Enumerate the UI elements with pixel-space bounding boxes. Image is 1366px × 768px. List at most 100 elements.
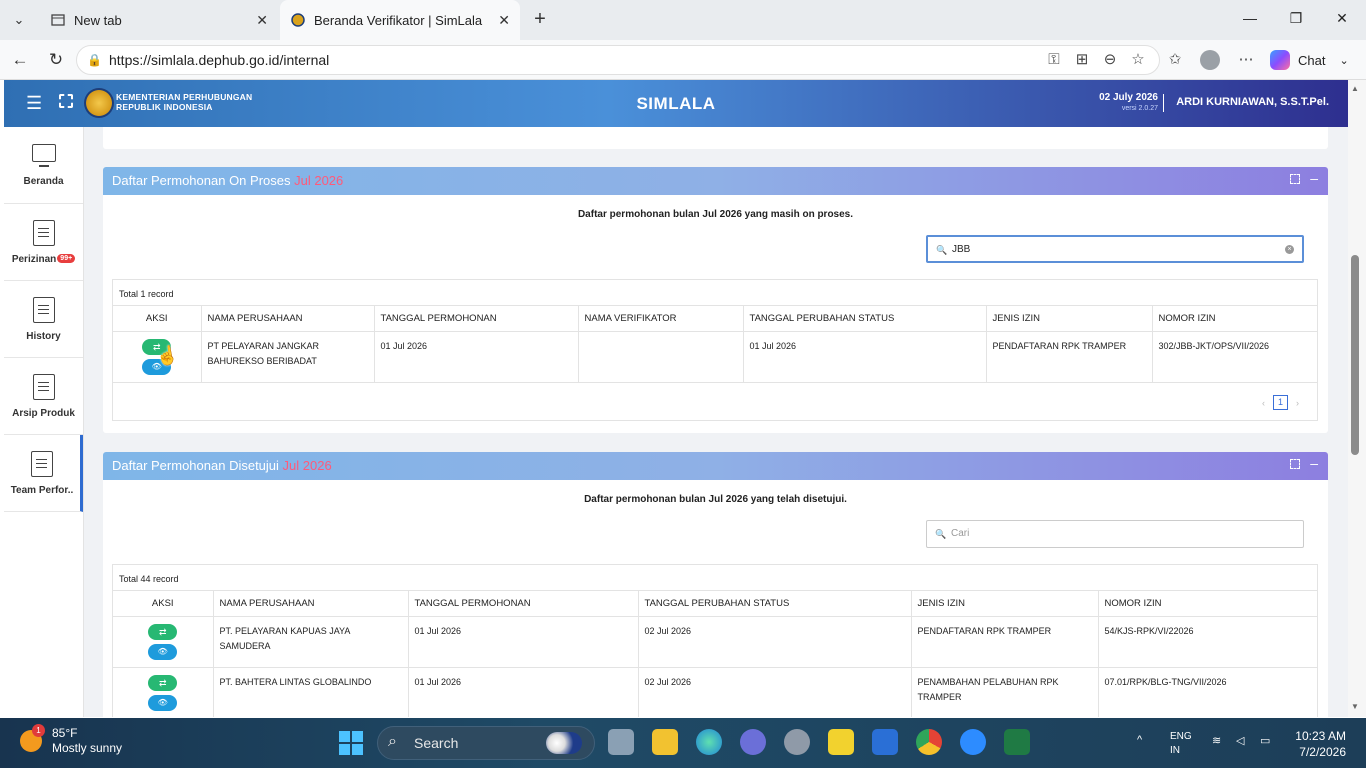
process-button[interactable]: ⇄ [148,675,178,691]
close-window-icon[interactable]: ✕ [1332,10,1352,27]
file-explorer-icon[interactable] [652,729,678,755]
show-hidden-icons[interactable]: ^ [1137,734,1142,746]
expand-icon[interactable] [1290,174,1300,184]
zoom-icon[interactable] [960,729,986,755]
edge-icon[interactable] [696,729,722,755]
total-records: Total 44 record [113,565,1317,591]
sidebar-item-history[interactable]: History [4,281,83,358]
tab-simlala[interactable]: Beranda Verifikator | SimLala ✕ [280,0,520,40]
column-header[interactable]: AKSI [113,306,202,332]
apps-icon[interactable]: ⊞ [1072,50,1092,70]
simlala-favicon-icon [290,12,306,28]
company-cell: PT. BAHTERA LINTAS GLOBALINDO [213,667,409,717]
clock[interactable]: 10:23 AM 7/2/2026 [1295,728,1346,760]
remote-desktop-icon[interactable] [872,729,898,755]
monitor-icon [31,143,56,167]
sidebar-item-arsip-produk[interactable]: Arsip Produk [4,358,83,435]
sidebar-item-perizinan[interactable]: Perizinan 99+ [4,204,83,281]
profile-avatar-icon[interactable] [1200,50,1220,70]
time-text: 10:23 AM [1295,729,1346,743]
restore-icon[interactable]: ❐ [1286,10,1306,27]
wifi-icon[interactable]: ≋ [1212,734,1221,747]
back-arrow-icon[interactable]: ← [10,50,30,70]
version-text: versi 2.0.27 [1121,105,1158,112]
clear-search-icon[interactable]: × [1285,245,1294,254]
app-icon[interactable] [740,729,766,755]
document-icon [31,450,53,477]
browser-address-bar: ← ↻ 🔒 https://simlala.dephub.go.id/inter… [0,40,1366,80]
column-header[interactable]: JENIS IZIN [986,306,1153,332]
weather-widget[interactable]: 1 85°F Mostly sunny [20,724,122,756]
notification-badge: 99+ [57,253,76,263]
tab-list-chevron-icon[interactable]: ⌄ [6,8,32,32]
request-date-cell: 01 Jul 2026 [374,331,579,382]
action-cell: ⇄ 👁 [113,616,214,668]
column-header[interactable]: TANGGAL PERUBAHAN STATUS [638,591,912,617]
previous-card-bottom [103,127,1328,149]
sidebar-item-team-performance[interactable]: Team Perfor.. [4,435,83,512]
column-header[interactable]: NAMA PERUSAHAAN [201,306,375,332]
column-header[interactable]: TANGGAL PERMOHONAN [374,306,579,332]
new-tab-page-icon [50,12,66,28]
panel-title: Daftar Permohonan Disetujui [112,458,279,473]
copilot-chat-button[interactable]: Chat ⌄ [1270,48,1349,72]
url-field[interactable]: 🔒 https://simlala.dephub.go.id/internal [76,45,1160,75]
task-view-icon[interactable] [608,729,634,755]
search-input[interactable]: 🔍 Cari [926,520,1304,548]
column-header[interactable]: JENIS IZIN [911,591,1099,617]
column-header[interactable]: TANGGAL PERUBAHAN STATUS [743,306,987,332]
minimize-panel-icon[interactable]: – [1310,170,1318,186]
prev-page-icon[interactable]: ‹ [1262,398,1265,408]
next-page-icon[interactable]: › [1296,398,1299,408]
sticky-notes-icon[interactable] [828,729,854,755]
document-icon [32,373,55,400]
header-date: 02 July 2026 versi 2.0.27 [1099,92,1158,112]
column-header[interactable]: NOMOR IZIN [1152,306,1317,332]
taskbar-search[interactable]: ⌕ Search [377,726,595,760]
view-button[interactable]: 👁 [148,644,178,660]
windows-start-icon[interactable] [339,731,363,755]
close-tab-icon[interactable]: ✕ [256,12,268,29]
weather-text: 85°F Mostly sunny [52,726,122,756]
page-number[interactable]: 1 [1273,395,1288,410]
scroll-down-icon[interactable]: ▼ [1351,702,1359,711]
star-icon[interactable]: ☆ [1128,50,1148,70]
minimize-panel-icon[interactable]: – [1310,455,1318,471]
tab-new-tab[interactable]: New tab ✕ [40,0,278,40]
battery-icon[interactable]: ▭ [1260,734,1270,747]
language-indicator[interactable]: ENG IN [1170,730,1192,758]
weather-description: Mostly sunny [52,741,123,755]
more-menu-icon[interactable]: ⋯ [1236,50,1256,70]
minimize-icon[interactable]: — [1240,10,1260,26]
column-header[interactable]: NOMOR IZIN [1098,591,1317,617]
key-icon[interactable]: ⚿ [1044,50,1064,70]
volume-icon[interactable]: ◁ [1236,734,1244,747]
zoom-out-icon[interactable]: ⊖ [1100,50,1120,70]
data-table: AKSI NAMA PERUSAHAAN TANGGAL PERMOHONAN … [113,591,1317,717]
search-input[interactable]: 🔍 JBB × [926,235,1304,263]
new-tab-plus-icon[interactable]: + [528,8,552,32]
table-row: ⇄ 👁 PT. PELAYARAN KAPUAS JAYA SAMUDERA 0… [113,616,1317,668]
close-tab-icon[interactable]: ✕ [498,12,510,29]
user-name[interactable]: ARDI KURNIAWAN, S.S.T.Pel. [1176,96,1329,108]
favorites-icon[interactable]: ✩ [1165,50,1185,70]
refresh-icon[interactable]: ↻ [46,50,66,70]
expand-icon[interactable] [1290,459,1300,469]
header-divider [1163,94,1164,112]
page-scrollbar[interactable]: ▲ ▼ [1348,80,1366,717]
sidebar-item-label-wrap: Perizinan 99+ [12,253,76,265]
camera-icon[interactable] [784,729,810,755]
excel-icon[interactable] [1004,729,1030,755]
scrollbar-thumb[interactable] [1351,255,1359,455]
chrome-icon[interactable] [916,729,942,755]
scroll-up-icon[interactable]: ▲ [1351,84,1359,93]
verifier-cell [578,331,744,382]
column-header[interactable]: AKSI [113,591,214,617]
sidebar-item-beranda[interactable]: Beranda [4,127,83,204]
process-button[interactable]: ⇄ [148,624,178,640]
search-label: Search [414,735,459,751]
column-header[interactable]: NAMA VERIFIKATOR [578,306,744,332]
column-header[interactable]: NAMA PERUSAHAAN [213,591,409,617]
view-button[interactable]: 👁 [148,695,178,711]
column-header[interactable]: TANGGAL PERMOHONAN [408,591,639,617]
